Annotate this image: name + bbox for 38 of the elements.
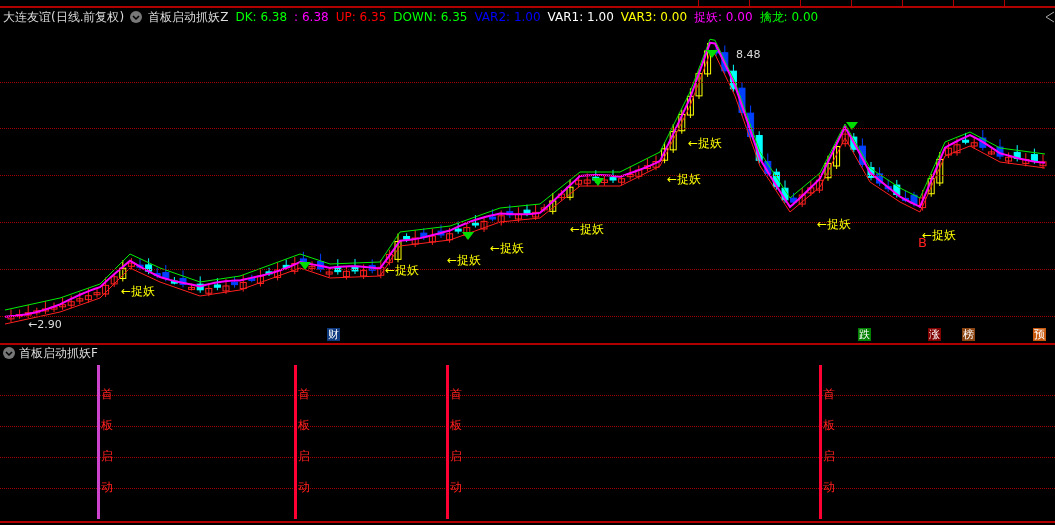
signal-label: ←捉妖 bbox=[490, 241, 525, 255]
down-triangle-icon bbox=[462, 232, 474, 240]
indicator-name: 首板启动抓妖Z bbox=[148, 8, 229, 26]
signal-text: 首板启动 bbox=[298, 386, 311, 496]
indicator-value: VAR1: 1.00 bbox=[547, 10, 614, 24]
indicator-value: UP: 6.35 bbox=[335, 10, 387, 24]
down-triangle-icon bbox=[706, 50, 718, 58]
signal-text: 首板启动 bbox=[101, 386, 114, 496]
signal-label: ←捉妖 bbox=[667, 172, 702, 186]
event-tag: 榜 bbox=[962, 328, 975, 341]
indicator-value: DOWN: 6.35 bbox=[393, 10, 468, 24]
signal-label: ←捉妖 bbox=[447, 253, 482, 267]
down-triangle-icon bbox=[846, 122, 858, 130]
signal-label: ←捉妖 bbox=[817, 217, 852, 231]
indicator-value: DK: 6.38 bbox=[235, 10, 288, 24]
event-tag: 预 bbox=[1033, 328, 1046, 341]
indicator-value: : 6.38 bbox=[294, 10, 329, 24]
low-price-label: ←2.90 bbox=[28, 318, 62, 331]
signal-label: ←捉妖 bbox=[385, 263, 420, 277]
down-triangle-icon bbox=[592, 178, 604, 186]
signal-label: ←捉妖 bbox=[688, 136, 723, 150]
stock-title: 大连友谊(日线.前复权) bbox=[3, 8, 125, 26]
indicator-name: 首板启动抓妖F bbox=[19, 344, 98, 362]
event-tag: 财 bbox=[327, 328, 340, 341]
high-price-label: 8.48 bbox=[736, 48, 761, 61]
signal-label: ←捉妖 bbox=[121, 284, 156, 298]
indicator-value: 捉妖: 0.00 bbox=[694, 8, 753, 26]
signal-text: 首板启动 bbox=[823, 386, 836, 496]
down-triangle-icon bbox=[299, 262, 311, 270]
event-tag: 跌 bbox=[858, 328, 871, 341]
signal-label: ←捉妖 bbox=[570, 222, 605, 236]
dropdown-icon[interactable] bbox=[3, 347, 15, 359]
indicator-value: 擒龙: 0.00 bbox=[759, 8, 819, 26]
dropdown-icon[interactable] bbox=[130, 11, 143, 23]
event-tag: 涨 bbox=[928, 328, 941, 341]
indicator-value: VAR2: 1.00 bbox=[474, 10, 541, 24]
signal-text: 首板启动 bbox=[450, 386, 463, 496]
indicator-value: VAR3: 0.00 bbox=[620, 10, 687, 24]
